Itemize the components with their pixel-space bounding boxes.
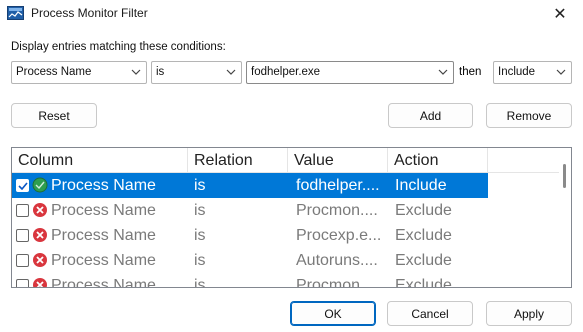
row-action: Exclude bbox=[395, 226, 452, 244]
row-value: Procmon.... bbox=[296, 201, 378, 219]
row-column: Process Name bbox=[51, 201, 156, 219]
row-checkbox[interactable] bbox=[16, 279, 29, 287]
process-monitor-app-icon bbox=[7, 6, 24, 20]
row-value: Procmon.... bbox=[296, 276, 378, 288]
close-button[interactable]: ✕ bbox=[537, 0, 583, 27]
row-column: Process Name bbox=[51, 176, 156, 194]
header-action[interactable]: Action bbox=[388, 148, 488, 173]
vertical-scrollbar[interactable] bbox=[559, 148, 571, 287]
exclude-icon bbox=[33, 278, 47, 287]
column-select[interactable]: Process Name bbox=[11, 61, 147, 84]
value-combobox[interactable]: fodhelper.exe bbox=[246, 61, 454, 84]
cancel-button[interactable]: Cancel bbox=[387, 301, 473, 326]
table-row[interactable]: Process Name is Autoruns.... Exclude bbox=[12, 248, 488, 273]
row-column: Process Name bbox=[51, 276, 156, 288]
row-value: fodhelper.... bbox=[296, 176, 380, 194]
table-row[interactable]: Process Name is fodhelper.... Include bbox=[12, 173, 488, 198]
ok-button[interactable]: OK bbox=[290, 301, 376, 326]
conditions-label: Display entries matching these condition… bbox=[11, 41, 226, 53]
list-header: Column Relation Value Action bbox=[12, 148, 560, 173]
action-select-value: Include bbox=[498, 66, 536, 78]
column-select-value: Process Name bbox=[16, 66, 92, 78]
row-value: Procexp.e... bbox=[296, 226, 382, 244]
row-relation: is bbox=[194, 226, 206, 244]
action-select[interactable]: Include bbox=[493, 61, 572, 84]
row-relation: is bbox=[194, 276, 206, 288]
relation-select-value: is bbox=[156, 66, 165, 78]
remove-button[interactable]: Remove bbox=[486, 103, 572, 128]
close-icon: ✕ bbox=[553, 5, 567, 23]
row-checkbox[interactable] bbox=[16, 229, 29, 242]
row-column: Process Name bbox=[51, 226, 156, 244]
chevron-down-icon[interactable] bbox=[437, 65, 449, 79]
add-button[interactable]: Add bbox=[388, 103, 473, 128]
then-label: then bbox=[459, 66, 482, 78]
table-row[interactable]: Process Name is Procexp.e... Exclude bbox=[12, 223, 488, 248]
row-relation: is bbox=[194, 201, 206, 219]
header-relation[interactable]: Relation bbox=[188, 148, 288, 173]
row-action: Exclude bbox=[395, 251, 452, 269]
chevron-down-icon bbox=[555, 65, 567, 79]
row-relation: is bbox=[194, 251, 206, 269]
row-column: Process Name bbox=[51, 251, 156, 269]
chevron-down-icon bbox=[130, 65, 142, 79]
filter-list[interactable]: Column Relation Value Action Process Nam… bbox=[11, 147, 572, 288]
exclude-icon bbox=[33, 228, 47, 242]
relation-select[interactable]: is bbox=[151, 61, 242, 84]
chevron-down-icon bbox=[225, 65, 237, 79]
row-relation: is bbox=[194, 176, 206, 194]
exclude-icon bbox=[33, 203, 47, 217]
exclude-icon bbox=[33, 253, 47, 267]
scrollbar-thumb[interactable] bbox=[563, 164, 566, 188]
row-action: Exclude bbox=[395, 276, 452, 288]
row-checkbox[interactable] bbox=[16, 254, 29, 267]
apply-button[interactable]: Apply bbox=[486, 301, 572, 326]
window-title: Process Monitor Filter bbox=[31, 6, 148, 20]
value-input[interactable]: fodhelper.exe bbox=[251, 66, 320, 78]
row-checkbox[interactable] bbox=[16, 179, 29, 192]
row-checkbox[interactable] bbox=[16, 204, 29, 217]
header-value[interactable]: Value bbox=[288, 148, 388, 173]
table-row[interactable]: Process Name is Procmon.... Exclude bbox=[12, 198, 488, 223]
row-action: Exclude bbox=[395, 201, 452, 219]
title-bar: Process Monitor Filter ✕ bbox=[0, 0, 583, 27]
include-icon bbox=[32, 177, 48, 193]
table-row[interactable]: Process Name is Procmon.... Exclude bbox=[12, 273, 488, 288]
row-value: Autoruns.... bbox=[296, 251, 378, 269]
row-action: Include bbox=[395, 176, 447, 194]
reset-button[interactable]: Reset bbox=[11, 103, 97, 128]
header-column[interactable]: Column bbox=[12, 148, 188, 173]
